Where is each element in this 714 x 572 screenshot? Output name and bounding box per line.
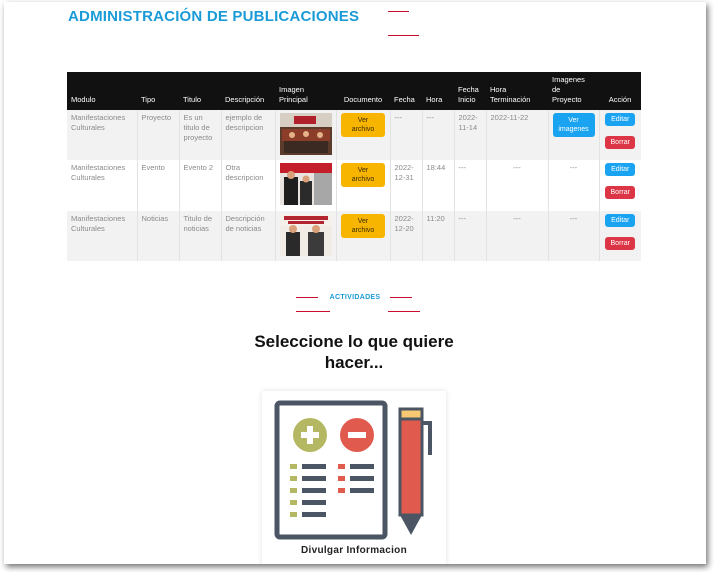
cell-modulo: Manifestaciones Culturales (67, 160, 137, 211)
cell-hora-terminacion: --- (485, 211, 548, 261)
cell-documento: Ver archivo (335, 160, 390, 211)
table-row: Manifestaciones Culturales Noticias Titul… (67, 211, 641, 261)
col-header-fecha: Fecha (390, 72, 422, 110)
cell-descripcion: Descripción de noticias (220, 211, 275, 261)
document-edit-icon (274, 400, 432, 540)
table-row: Manifestaciones Culturales Evento Evento … (67, 160, 641, 211)
cell-modulo: Manifestaciones Culturales (67, 211, 137, 261)
ver-archivo-button[interactable]: Ver archivo (341, 214, 385, 238)
col-header-descripcion: Descripción (221, 72, 275, 110)
cell-fecha-inicio: 2022- 11-14 (453, 110, 486, 160)
cell-titulo: Es un titulo de proyecto (178, 110, 221, 160)
delete-button[interactable]: Borrar (605, 186, 636, 199)
title-divider-top (388, 11, 409, 12)
cell-accion: Editar Borrar (598, 110, 641, 160)
cell-documento: Ver archivo (335, 110, 390, 160)
col-header-documento: Documento (336, 72, 390, 110)
thumbnail-image (279, 163, 332, 205)
cell-fecha-inicio: --- (453, 211, 486, 261)
edit-button[interactable]: Editar (605, 214, 636, 227)
page-title: ADMINISTRACIÓN DE PUBLICACIONES (68, 8, 360, 25)
cell-fecha: 2022- 12-20 (389, 211, 422, 261)
divulgar-card-label: Divulgar Informacion (300, 545, 407, 556)
cell-imagenes-proyecto: --- (547, 160, 599, 211)
col-header-fecha-inicio: Fecha Inicio (454, 72, 486, 110)
edit-button[interactable]: Editar (605, 163, 636, 176)
section-underline-left (296, 311, 330, 312)
cell-accion: Editar Borrar (598, 211, 641, 261)
cell-titulo: Titulo de noticias (178, 211, 221, 261)
col-header-hora: Hora (422, 72, 454, 110)
page-frame: ADMINISTRACIÓN DE PUBLICACIONES Modulo T… (4, 2, 706, 564)
cell-imagen (274, 211, 336, 261)
table-header-row: Modulo Tipo Titulo Descripción Imagen Pri… (67, 72, 641, 110)
thumbnail-image (279, 214, 332, 256)
cell-hora: --- (421, 110, 454, 160)
cell-modulo: Manifestaciones Culturales (67, 110, 137, 160)
cell-imagenes-proyecto: Ver imagenes (547, 110, 599, 160)
publications-table: Modulo Tipo Titulo Descripción Imagen Pri… (67, 72, 641, 261)
cell-imagen (274, 110, 336, 160)
col-header-modulo: Modulo (67, 72, 137, 110)
cell-hora: 11:20 (421, 211, 454, 261)
cell-documento: Ver archivo (335, 211, 390, 261)
ver-archivo-button[interactable]: Ver archivo (341, 113, 385, 137)
col-header-accion: Acción (599, 72, 641, 110)
divulgar-card[interactable]: Divulgar Informacion (262, 391, 446, 564)
cell-descripcion: ejemplo de descripcion (220, 110, 275, 160)
cell-titulo: Evento 2 (178, 160, 221, 211)
col-header-imagen-principal: Imagen Principal (275, 72, 336, 110)
section-underline-right (388, 311, 420, 312)
ver-imagenes-button[interactable]: Ver imagenes (552, 113, 595, 137)
col-header-titulo: Titulo (179, 72, 221, 110)
cell-descripcion: Otra descripcion (220, 160, 275, 211)
delete-button[interactable]: Borrar (605, 136, 636, 149)
cell-hora-terminacion: --- (485, 160, 548, 211)
col-header-imagenes-proyecto: Imagenes de Proyecto (548, 72, 599, 110)
cell-imagenes-proyecto: --- (547, 211, 599, 261)
edit-button[interactable]: Editar (605, 113, 636, 126)
cell-hora: 18:44 (421, 160, 454, 211)
ver-archivo-button[interactable]: Ver archivo (341, 163, 385, 187)
cell-accion: Editar Borrar (598, 160, 641, 211)
table-row: Manifestaciones Culturales Proyecto Es un… (67, 110, 641, 160)
delete-button[interactable]: Borrar (605, 237, 636, 250)
cell-fecha: --- (389, 110, 422, 160)
cell-fecha-inicio: --- (453, 160, 486, 211)
cell-tipo: Proyecto (136, 110, 179, 160)
title-divider-bottom (388, 35, 419, 36)
cell-fecha: 2022- 12-31 (389, 160, 422, 211)
cell-tipo: Evento (136, 160, 179, 211)
cell-hora-terminacion: 2022-11-22 (485, 110, 548, 160)
col-header-tipo: Tipo (137, 72, 179, 110)
activities-headline: Seleccione lo que quiere hacer... (254, 332, 454, 372)
cell-tipo: Noticias (136, 211, 179, 261)
col-header-hora-terminacion: Hora Terminación (486, 72, 548, 110)
cell-imagen (274, 160, 336, 211)
activities-label: ACTIVIDADES (329, 294, 381, 301)
thumbnail-image (279, 113, 332, 155)
